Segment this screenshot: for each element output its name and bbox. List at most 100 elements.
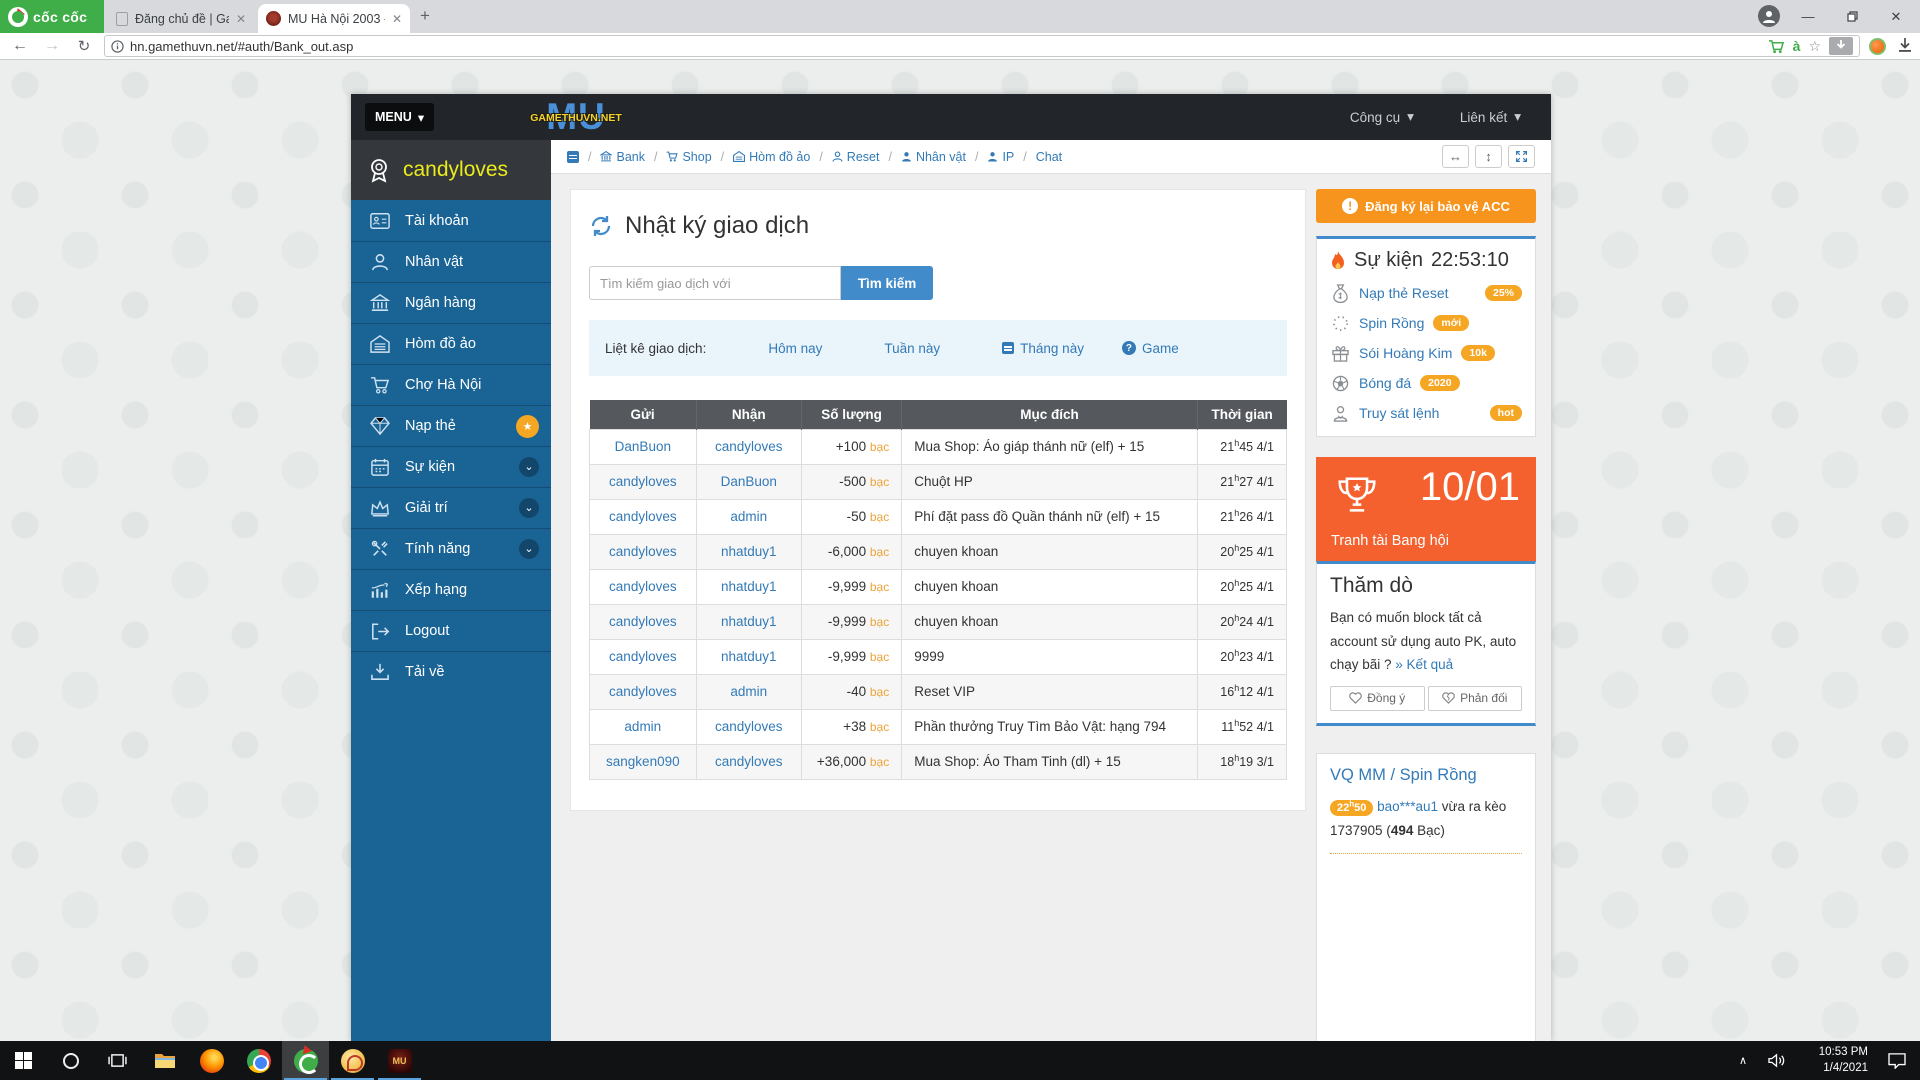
tray-chevron-icon[interactable]: ∧ (1728, 1054, 1758, 1067)
download-active-icon[interactable] (1829, 37, 1853, 55)
coccoc-savior-extension-icon[interactable] (1869, 38, 1886, 55)
window-minimize-button[interactable]: — (1788, 0, 1828, 33)
mu-game-button[interactable]: MU (376, 1041, 423, 1080)
vertical-resize-button[interactable]: ↕ (1475, 145, 1502, 168)
filter-game[interactable]: ?Game (1122, 341, 1179, 356)
sender-link[interactable]: candyloves (609, 614, 677, 629)
tab-mu-hanoi[interactable]: MU Hà Nội 2003 - Gameth ✕ (258, 4, 410, 33)
sender-link[interactable]: candyloves (609, 544, 677, 559)
event-item-bong-da[interactable]: Bóng đá 2020 (1330, 368, 1522, 398)
breadcrumb-shop[interactable]: Shop (666, 150, 711, 164)
menu-button[interactable]: MENU ▾ (365, 103, 434, 131)
event-item-spin-rong[interactable]: Spin Rồng mới (1330, 308, 1522, 338)
receiver-link[interactable]: nhatduy1 (721, 544, 777, 559)
back-icon[interactable]: ← (8, 35, 32, 57)
sender-link[interactable]: DanBuon (615, 439, 671, 454)
new-tab-button[interactable]: + (420, 6, 430, 26)
garena-button[interactable] (329, 1041, 376, 1080)
contest-banner[interactable]: 10/01 Tranh tài Bang hội (1316, 457, 1536, 561)
sender-link[interactable]: candyloves (609, 684, 677, 699)
search-input[interactable] (589, 266, 841, 300)
tab-close-icon[interactable]: ✕ (392, 12, 402, 26)
sidebar-item-nap-the[interactable]: Nạp thẻ ★ (351, 405, 551, 446)
breadcrumb-chat[interactable]: Chat (1036, 150, 1062, 164)
sidebar-item-cho-ha-noi[interactable]: Chợ Hà Nội (351, 364, 551, 405)
chevron-down-icon[interactable]: ⌄ (519, 498, 539, 518)
receiver-link[interactable]: DanBuon (721, 474, 777, 489)
download-manager-icon[interactable] (1898, 37, 1912, 58)
feed-user-link[interactable]: bao***au1 (1377, 799, 1438, 814)
vietnamese-typing-icon[interactable]: à (1793, 38, 1801, 54)
filter-month[interactable]: Tháng này (1002, 341, 1084, 356)
task-view-button[interactable] (94, 1041, 141, 1080)
receiver-link[interactable]: admin (730, 509, 767, 524)
window-close-button[interactable]: ✕ (1876, 0, 1916, 33)
receiver-link[interactable]: candyloves (715, 754, 783, 769)
chevron-down-icon[interactable]: ⌄ (519, 457, 539, 477)
receiver-link[interactable]: nhatduy1 (721, 614, 777, 629)
sender-link[interactable]: candyloves (609, 474, 677, 489)
reload-icon[interactable]: ↻ (72, 35, 96, 57)
chevron-down-icon[interactable]: ⌄ (519, 539, 539, 559)
sidebar-item-hom-do-ao[interactable]: Hòm đồ ảo (351, 323, 551, 364)
filter-today[interactable]: Hôm nay (768, 341, 822, 356)
action-center-button[interactable] (1874, 1053, 1920, 1069)
receiver-link[interactable]: candyloves (715, 439, 783, 454)
sidebar-item-ngan-hang[interactable]: Ngân hàng (351, 282, 551, 323)
event-item-soi-hoang-kim[interactable]: Sói Hoàng Kim 10k (1330, 338, 1522, 368)
breadcrumb-bank[interactable]: Bank (600, 150, 645, 164)
taskbar-clock[interactable]: 10:53 PM 1/4/2021 (1794, 1045, 1874, 1076)
receiver-link[interactable]: nhatduy1 (721, 579, 777, 594)
fullscreen-button[interactable] (1508, 145, 1535, 168)
event-item-nap-the-reset[interactable]: Nạp thẻ Reset 25% (1330, 278, 1522, 308)
sidebar-item-tai-ve[interactable]: Tải về (351, 651, 551, 692)
sender-link[interactable]: candyloves (609, 509, 677, 524)
sender-link[interactable]: candyloves (609, 579, 677, 594)
nav-tools-dropdown[interactable]: Công cụ ▾ (1350, 109, 1414, 125)
receiver-link[interactable]: nhatduy1 (721, 649, 777, 664)
cortana-button[interactable] (47, 1041, 94, 1080)
breadcrumb-ip[interactable]: IP (987, 150, 1014, 164)
sidebar-item-xep-hang[interactable]: Xếp hạng (351, 569, 551, 610)
sidebar-item-tinh-nang[interactable]: Tính năng ⌄ (351, 528, 551, 569)
nav-links-dropdown[interactable]: Liên kết ▾ (1460, 109, 1521, 125)
receiver-link[interactable]: candyloves (715, 719, 783, 734)
start-button[interactable] (0, 1041, 47, 1080)
horizontal-resize-button[interactable]: ↔ (1442, 145, 1469, 168)
sidebar-item-logout[interactable]: Logout (351, 610, 551, 651)
tab-dang-chu-de[interactable]: Đăng chủ đề | Game thủ V ✕ (108, 4, 254, 33)
breadcrumb-hom-do-ao[interactable]: Hòm đồ ảo (733, 150, 810, 164)
acc-protect-button[interactable]: ! Đăng ký lại bảo vệ ACC (1316, 189, 1536, 223)
receiver-link[interactable]: admin (730, 684, 767, 699)
sidebar-item-nhan-vat[interactable]: Nhân vật (351, 241, 551, 282)
bookmark-star-icon[interactable]: ☆ (1808, 38, 1821, 55)
sidebar-item-giai-tri[interactable]: Giải trí ⌄ (351, 487, 551, 528)
shopping-cart-icon[interactable] (1768, 39, 1785, 54)
sender-link[interactable]: admin (624, 719, 661, 734)
breadcrumb-home[interactable] (567, 151, 579, 163)
browser-profile-icon[interactable] (1758, 5, 1780, 27)
breadcrumb-nhan-vat[interactable]: Nhân vật (901, 150, 966, 164)
file-explorer-button[interactable] (141, 1041, 188, 1080)
filter-week[interactable]: Tuần này (884, 341, 940, 356)
poll-result-link[interactable]: » Kết quả (1395, 657, 1453, 672)
sender-link[interactable]: candyloves (609, 649, 677, 664)
url-text[interactable]: hn.gamethuvn.net/#auth/Bank_out.asp (130, 39, 1762, 54)
spin-feed-title[interactable]: VQ MM / Spin Rồng (1330, 766, 1522, 785)
sidebar-item-tai-khoan[interactable]: Tài khoản (351, 200, 551, 241)
site-logo[interactable]: MU GAMETHUVN.NET (516, 97, 636, 137)
speaker-icon[interactable] (1758, 1053, 1794, 1068)
chrome-button[interactable] (235, 1041, 282, 1080)
poll-agree-button[interactable]: Đồng ý (1330, 686, 1425, 711)
firefox-button[interactable] (188, 1041, 235, 1080)
url-omnibox[interactable]: hn.gamethuvn.net/#auth/Bank_out.asp à ☆ (104, 35, 1860, 57)
breadcrumb-reset[interactable]: Reset (832, 150, 880, 164)
sender-link[interactable]: sangken090 (606, 754, 680, 769)
poll-disagree-button[interactable]: Phản đối (1428, 686, 1523, 711)
sidebar-item-su-kien[interactable]: Sự kiện ⌄ (351, 446, 551, 487)
coccoc-button[interactable] (282, 1041, 329, 1080)
event-item-truy-sat-lenh[interactable]: Truy sát lệnh hot (1330, 398, 1522, 428)
search-button[interactable]: Tìm kiếm (841, 266, 933, 300)
tab-close-icon[interactable]: ✕ (236, 12, 246, 26)
window-maximize-button[interactable] (1832, 0, 1872, 33)
